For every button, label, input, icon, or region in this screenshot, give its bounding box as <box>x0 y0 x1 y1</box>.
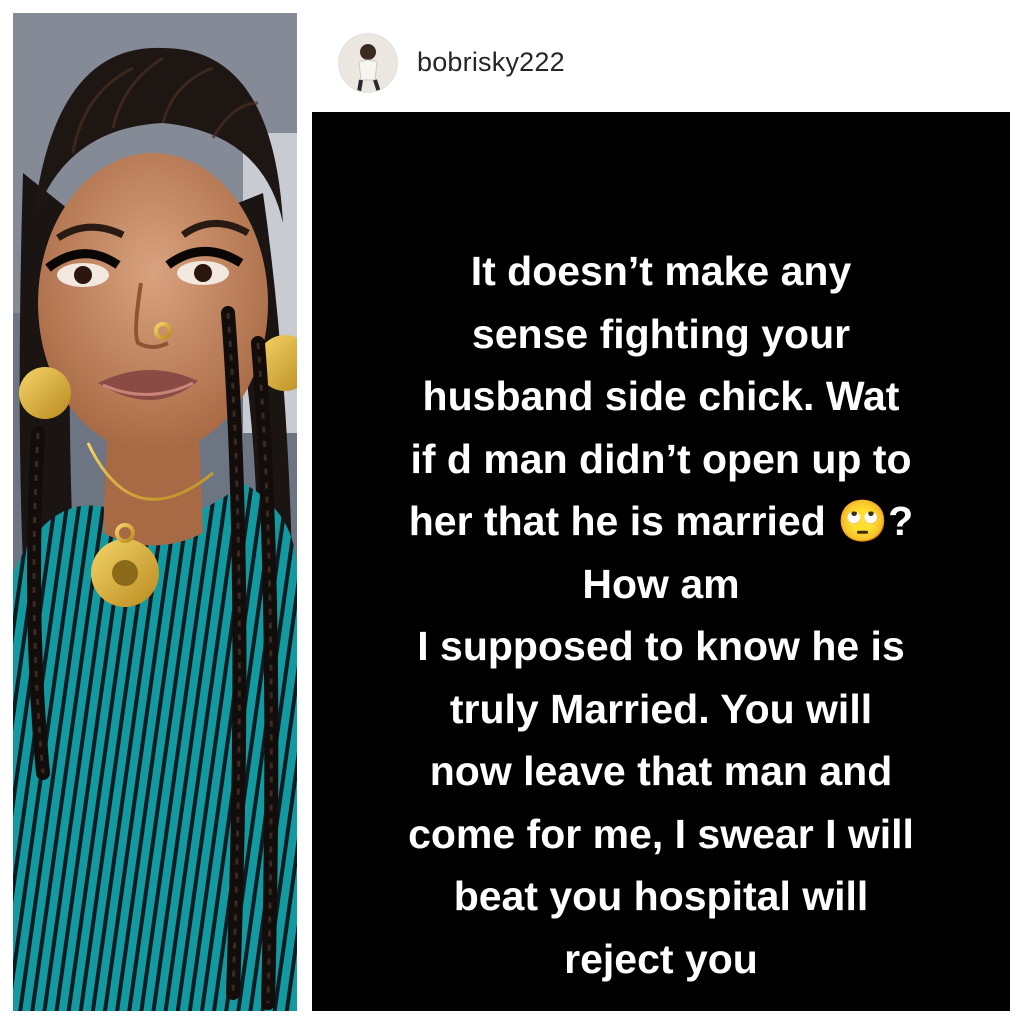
story-content: It doesn’t make any sense fighting your … <box>312 112 1010 1011</box>
story-header: bobrisky222 <box>312 13 1010 111</box>
avatar-figure <box>339 34 397 92</box>
profile-avatar-icon[interactable] <box>338 33 398 93</box>
username-label[interactable]: bobrisky222 <box>417 47 565 78</box>
portrait-illustration <box>13 13 297 1011</box>
portrait-photo <box>13 13 297 1011</box>
story-text: It doesn’t make any sense fighting your … <box>408 248 914 982</box>
